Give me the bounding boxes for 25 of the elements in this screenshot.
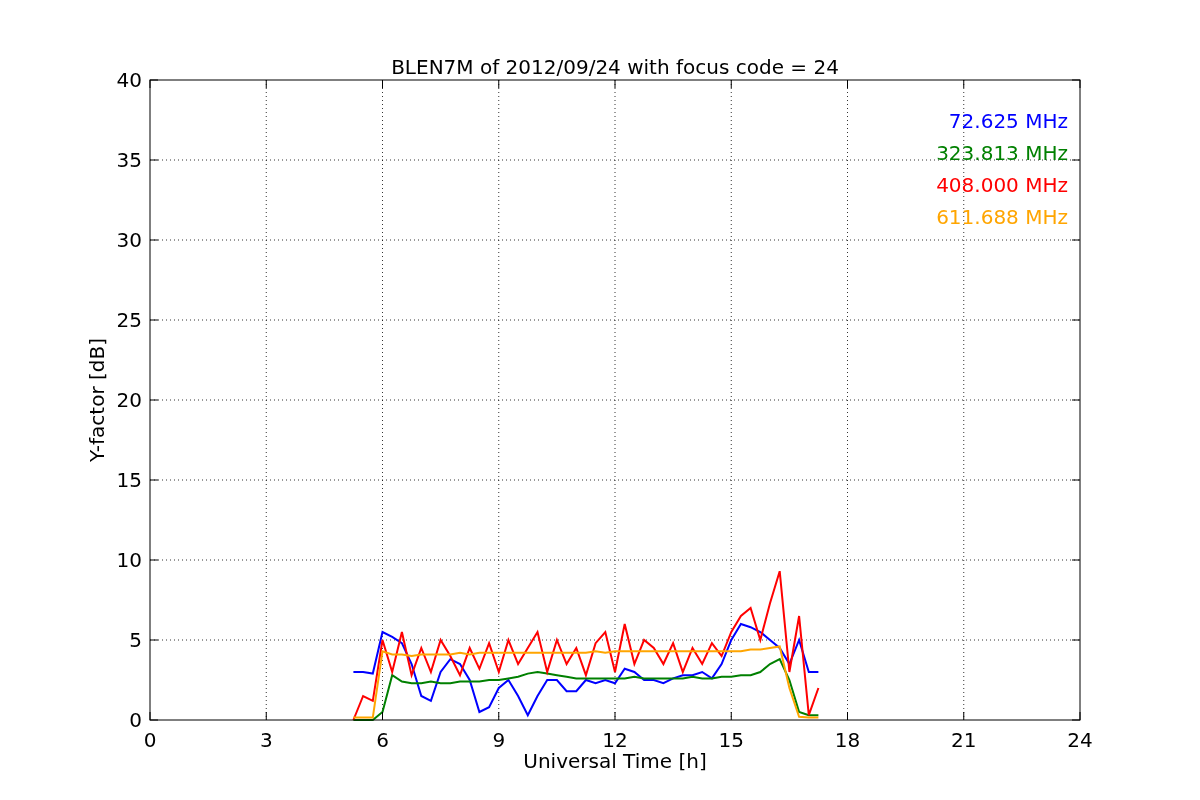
y-tick-label: 10 [116,548,142,572]
x-tick-label: 12 [602,728,628,752]
legend-label: 72.625 MHz [948,109,1068,133]
x-tick-label: 6 [376,728,389,752]
y-tick-label: 25 [116,308,142,332]
y-tick-label: 35 [116,148,142,172]
x-tick-label: 0 [143,728,157,752]
legend-label: 408.000 MHz [936,173,1068,197]
x-tick-label: 15 [718,728,744,752]
legend-label: 323.813 MHz [936,141,1068,165]
x-tick-label: 18 [834,728,861,752]
y-tick-label: 40 [116,68,142,92]
x-axis-label: Universal Time [h] [523,749,707,773]
legend-label: 611.688 MHz [936,205,1068,229]
y-tick-label: 5 [129,628,142,652]
x-tick-label: 24 [1067,728,1093,752]
y-tick-label: 20 [116,388,142,412]
chart-title: BLEN7M of 2012/09/24 with focus code = 24 [391,55,839,79]
x-tick-label: 21 [951,728,977,752]
x-tick-label: 3 [259,728,273,752]
x-tick-label: 9 [492,728,506,752]
y-axis-label: Y-factor [dB] [85,338,109,462]
y-tick-label: 30 [116,228,142,252]
y-tick-label: 0 [129,708,142,732]
y-tick-label: 15 [116,468,142,492]
